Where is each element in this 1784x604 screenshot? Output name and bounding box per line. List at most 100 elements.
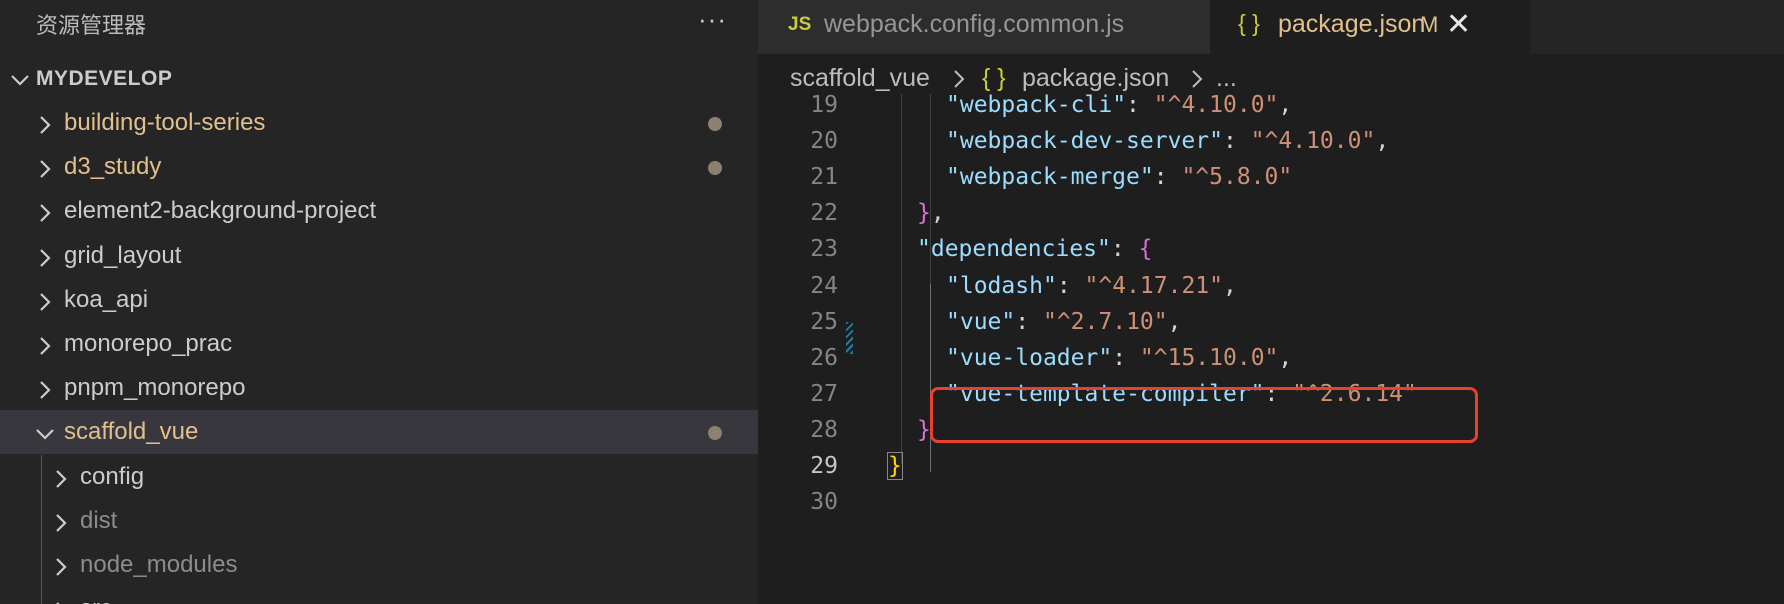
- chevron-right-icon: [40, 381, 51, 399]
- chevron-right-icon: [40, 116, 51, 134]
- tree-item-node_modules[interactable]: node_modules: [0, 543, 758, 587]
- tree-item-config[interactable]: config: [0, 455, 758, 499]
- code-line: 19 "webpack-cli": "^4.10.0",: [758, 88, 1784, 124]
- tree-item-label: dist: [80, 506, 118, 534]
- tree-item-dist[interactable]: dist: [0, 499, 758, 543]
- tree-item-label: building-tool-series: [64, 109, 266, 136]
- tree-item-label: koa_api: [64, 285, 149, 313]
- explorer-title: 资源管理器: [36, 13, 147, 38]
- json-key: vue-loader: [959, 344, 1099, 371]
- json-key: lodash: [959, 272, 1043, 299]
- line-number: 22: [810, 200, 838, 227]
- annotation-highlight-box: [930, 387, 1478, 443]
- json-punct: ,: [1375, 128, 1390, 155]
- json-punct: ,: [1278, 344, 1293, 371]
- json-value: ^4.10.0: [1264, 128, 1362, 155]
- modified-dot-icon: [708, 117, 722, 131]
- chevron-right-icon: [1192, 70, 1203, 88]
- workspace-name: MYDEVELOP: [36, 67, 173, 90]
- json-punct: ,: [1167, 308, 1182, 335]
- json-punct: ,: [1223, 272, 1237, 299]
- explorer-header: 资源管理器 ···: [0, 0, 758, 44]
- tree-item-label: node_modules: [80, 551, 238, 578]
- tree-item-src[interactable]: src: [0, 587, 758, 604]
- code-line: 24 "lodash": "^4.17.21",: [758, 269, 1784, 305]
- chevron-right-icon: [40, 337, 51, 355]
- code-line: 30: [758, 485, 1784, 521]
- workspace-header[interactable]: MYDEVELOP: [0, 60, 758, 100]
- tree-item-element2-background-project[interactable]: element2-background-project: [0, 189, 758, 233]
- json-value: ^2.7.10: [1056, 308, 1154, 335]
- code-line: 22},: [758, 196, 1784, 232]
- editor-tab-bar: JS webpack.config.common.js { } package.…: [758, 0, 1784, 54]
- chevron-right-icon: [40, 204, 51, 223]
- modified-dot-icon: [708, 161, 722, 176]
- more-actions-icon[interactable]: ···: [698, 4, 727, 35]
- line-number: 26: [810, 344, 838, 371]
- tree-item-koa_api[interactable]: koa_api: [0, 278, 758, 322]
- line-number: 19: [810, 92, 838, 118]
- json-punct: ,: [930, 200, 945, 227]
- chevron-down-icon: [36, 429, 54, 440]
- code-line: 26 "vue-loader": "^15.10.0",: [758, 341, 1784, 377]
- tab-package-json[interactable]: { } package.json M ✕: [1210, 0, 1530, 54]
- json-key: webpack-merge: [959, 164, 1140, 191]
- chevron-down-icon: [11, 75, 29, 86]
- line-number: 30: [810, 489, 838, 516]
- code-line: 21 "webpack-merge": "^5.8.0": [758, 160, 1784, 196]
- chevron-right-icon: [56, 602, 60, 604]
- json-key: dependencies: [930, 236, 1098, 263]
- json-bracket: }: [917, 416, 931, 443]
- json-bracket: }: [887, 452, 903, 480]
- json-value: ^5.8.0: [1195, 164, 1279, 191]
- modified-line-marker[interactable]: [846, 322, 853, 354]
- chevron-right-icon: [56, 514, 67, 532]
- code-line: 20 "webpack-dev-server": "^4.10.0",: [758, 124, 1784, 160]
- json-value: ^15.10.0: [1153, 344, 1265, 371]
- tab-title: package.json: [1278, 10, 1426, 38]
- tree-item-grid_layout[interactable]: grid_layout: [0, 234, 758, 278]
- close-icon[interactable]: ✕: [1446, 7, 1471, 42]
- javascript-file-icon: JS: [788, 14, 812, 35]
- json-value: ^4.10.0: [1167, 92, 1265, 118]
- chevron-right-icon: [56, 469, 67, 488]
- json-file-icon: { }: [1238, 10, 1260, 36]
- code-editor[interactable]: 19 "webpack-cli": "^4.10.0", 20 "webpack-de…: [758, 92, 1784, 604]
- tree-item-d3_study[interactable]: d3_study: [0, 145, 758, 189]
- chevron-right-icon: [40, 160, 51, 178]
- tree-item-label: d3_study: [64, 153, 162, 181]
- line-number: 20: [810, 128, 838, 155]
- line-number: 27: [810, 380, 838, 407]
- tab-webpack-config[interactable]: JS webpack.config.common.js: [758, 0, 1210, 54]
- line-number: 24: [810, 272, 838, 299]
- tree-item-monorepo_prac[interactable]: monorepo_prac: [0, 322, 758, 366]
- tree-item-label: src: [80, 595, 112, 604]
- tree-item-label: pnpm_monorepo: [64, 374, 246, 402]
- json-punct: ,: [1278, 92, 1293, 118]
- json-bracket: }: [917, 200, 931, 227]
- json-key: webpack-dev-server: [959, 128, 1210, 155]
- tree-item-label: config: [80, 462, 145, 490]
- json-key: vue: [959, 308, 1002, 335]
- tree-item-pnpm_monorepo[interactable]: pnpm_monorepo: [0, 366, 758, 410]
- json-bracket: {: [1138, 236, 1153, 263]
- tree-item-label: element2-background-project: [64, 197, 377, 225]
- tab-title: webpack.config.common.js: [824, 10, 1125, 38]
- tree-item-label: monorepo_prac: [64, 330, 233, 357]
- line-number: 23: [810, 236, 838, 263]
- code-line: 23 "dependencies": {: [758, 232, 1784, 268]
- code-line: 29}: [758, 449, 1784, 485]
- chevron-right-icon: [40, 293, 51, 311]
- tree-item-scaffold_vue[interactable]: scaffold_vue: [0, 410, 758, 455]
- json-key: webpack-cli: [959, 92, 1113, 118]
- code-line: 25 "vue": "^2.7.10",: [758, 305, 1784, 341]
- json-value: ^4.17.21: [1098, 272, 1210, 299]
- chevron-right-icon: [954, 70, 965, 88]
- tree-item-label: grid_layout: [64, 241, 182, 269]
- line-number: 29: [810, 453, 838, 479]
- chevron-right-icon: [40, 248, 51, 267]
- line-number: 21: [810, 164, 838, 191]
- modified-dot-icon: [708, 426, 722, 441]
- line-number: 28: [810, 416, 838, 443]
- tree-item-building-tool-series[interactable]: building-tool-series: [0, 101, 758, 145]
